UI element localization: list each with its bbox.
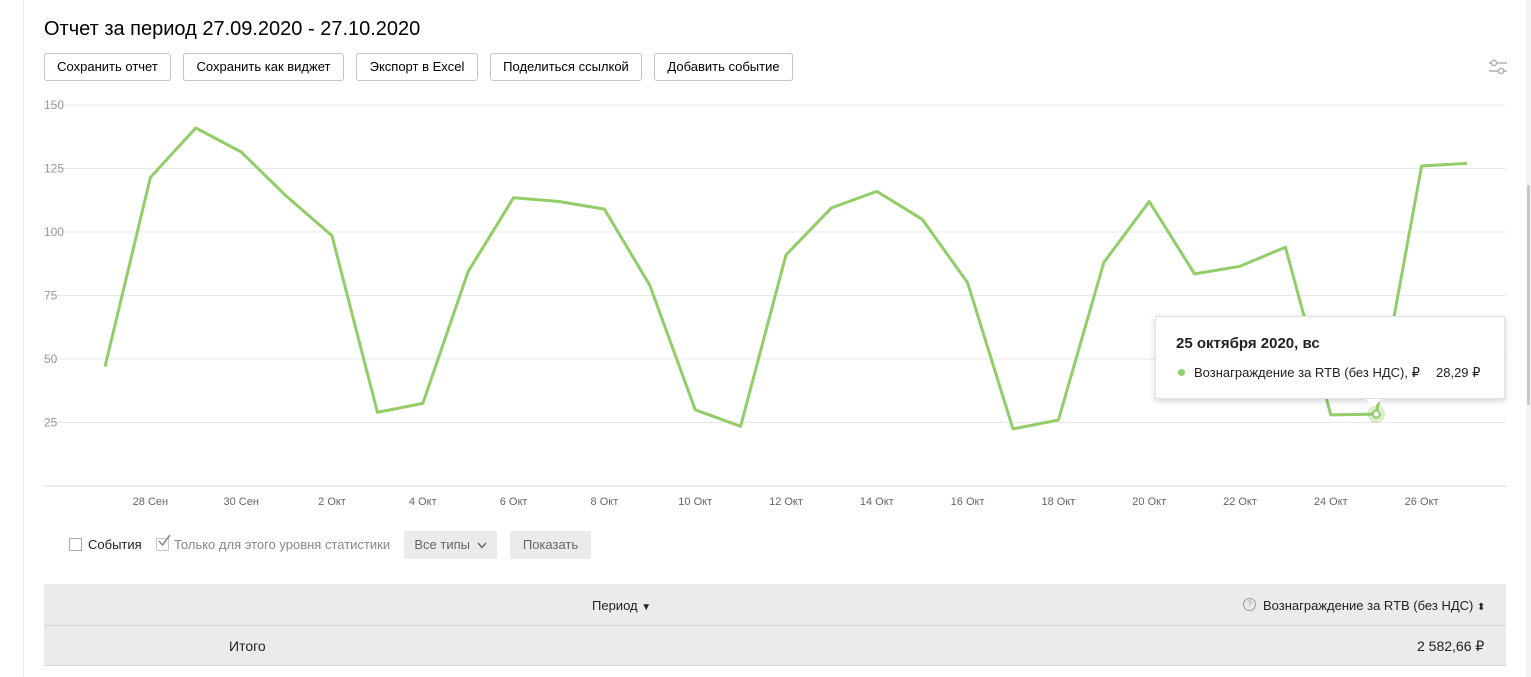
tooltip-value: 28,29 ₽ — [1436, 365, 1481, 380]
tooltip-series-label: Вознаграждение за RTB (без НДС), ₽ — [1194, 365, 1420, 380]
page-title: Отчет за период 27.09.2020 - 27.10.2020 — [44, 18, 421, 40]
x-tick-label: 6 Окт — [500, 496, 528, 508]
total-label: Итого — [229, 638, 266, 654]
x-tick-label: 10 Окт — [678, 496, 712, 508]
x-tick-label: 4 Окт — [409, 496, 437, 508]
events-checkbox[interactable] — [69, 538, 82, 551]
sort-desc-icon: ▼ — [641, 602, 652, 613]
add-event-button[interactable]: Добавить событие — [654, 53, 793, 81]
x-tick-label: 18 Окт — [1041, 496, 1075, 508]
show-button[interactable]: Показать — [510, 531, 591, 559]
tooltip-separator: . — [1412, 365, 1416, 380]
save-report-button[interactable]: Сохранить отчет — [44, 53, 171, 81]
scrollbar-thumb[interactable] — [1527, 185, 1530, 405]
x-tick-label: 12 Окт — [769, 496, 803, 508]
chevron-down-icon — [477, 542, 487, 549]
export-excel-button[interactable]: Экспорт в Excel — [356, 53, 478, 81]
x-tick-label: 26 Окт — [1405, 496, 1439, 508]
total-value: 2 582,66 ₽ — [1417, 638, 1485, 654]
x-tick-label: 16 Окт — [951, 496, 985, 508]
period-header-label: Период — [592, 598, 638, 613]
x-tick-label: 8 Окт — [591, 496, 619, 508]
y-tick-label: 150 — [44, 98, 64, 112]
share-link-button[interactable]: Поделиться ссылкой — [490, 53, 642, 81]
save-as-widget-button[interactable]: Сохранить как виджет — [183, 53, 344, 81]
all-types-dropdown[interactable]: Все типы — [404, 531, 497, 559]
x-tick-label: 20 Окт — [1132, 496, 1166, 508]
events-label: События — [88, 537, 142, 552]
series-color-dot — [1178, 369, 1185, 376]
period-column-header[interactable]: Период ▼ — [592, 598, 651, 613]
reward-header-label: Вознаграждение за RTB (без НДС) — [1263, 598, 1474, 613]
sort-icon: ⬍ — [1476, 602, 1486, 613]
y-tick-label: 25 — [44, 416, 58, 430]
chart-tooltip: 25 октября 2020, вс Вознаграждение за RT… — [1155, 316, 1505, 407]
tooltip-date: 25 октября 2020, вс — [1176, 335, 1320, 352]
x-tick-label: 14 Окт — [860, 496, 894, 508]
x-tick-label: 24 Окт — [1314, 496, 1348, 508]
all-types-label: Все типы — [414, 537, 470, 552]
x-tick-label: 22 Окт — [1223, 496, 1257, 508]
page-scrollbar[interactable] — [1526, 0, 1531, 677]
help-icon[interactable]: ? — [1243, 598, 1256, 611]
tooltip-pointer — [1366, 399, 1382, 407]
left-divider — [23, 0, 24, 677]
highlight-halo — [1367, 405, 1386, 424]
table-header: Период ▼ ? Вознаграждение за RTB (без НД… — [44, 584, 1506, 626]
y-tick-label: 50 — [44, 352, 58, 366]
y-tick-label: 125 — [44, 162, 64, 176]
y-tick-label: 75 — [44, 289, 58, 303]
level-only-label: Только для этого уровня статистики — [174, 537, 391, 552]
x-tick-label: 30 Сен — [223, 496, 258, 508]
y-tick-label: 100 — [44, 225, 64, 239]
x-tick-label: 28 Сен — [133, 496, 168, 508]
checkmark-icon — [158, 534, 171, 547]
reward-column-header[interactable]: Вознаграждение за RTB (без НДС) ⬍ — [1263, 598, 1485, 613]
sliders-icon[interactable] — [1488, 58, 1508, 78]
highlight-point — [1371, 409, 1381, 419]
x-tick-label: 2 Окт — [318, 496, 346, 508]
table-row: Итого 2 582,66 ₽ — [44, 626, 1506, 666]
